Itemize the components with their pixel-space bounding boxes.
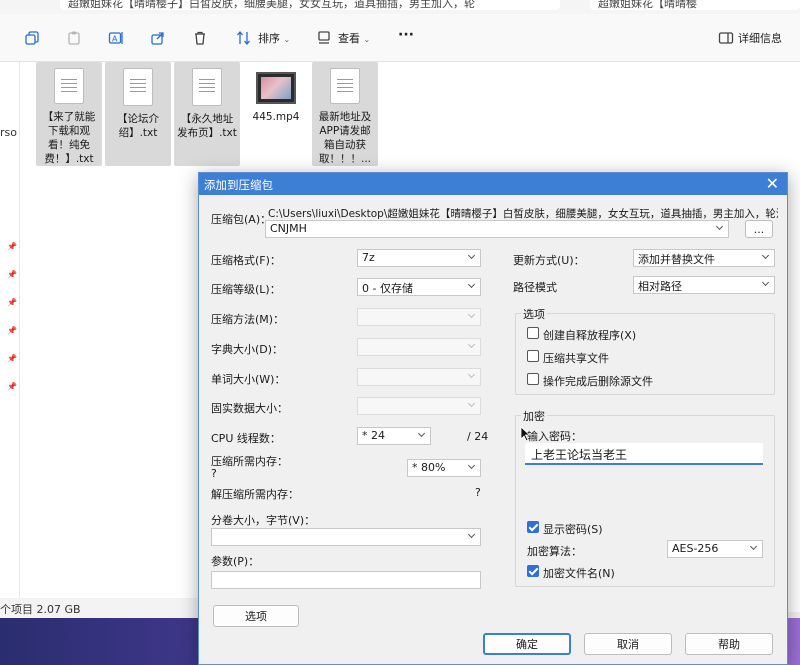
password-label: 输入密码： — [527, 430, 582, 443]
path-mode-label: 路径模式 — [513, 281, 557, 294]
file-name: 【永久地址发布页】.txt — [177, 113, 237, 139]
file-item[interactable]: 【论坛介绍】.txt — [105, 62, 171, 166]
threads-label: CPU 线程数： — [211, 432, 281, 445]
file-name: 445.mp4 — [252, 111, 300, 123]
text-file-icon — [192, 68, 222, 106]
level-label: 压缩等级(L)： — [211, 283, 281, 296]
text-file-icon — [330, 68, 360, 104]
status-bar: 个项目 2.07 GB — [0, 598, 200, 618]
show-password-checkbox[interactable] — [527, 521, 539, 533]
sfx-label: 创建自释放程序(X) — [543, 329, 637, 342]
file-name: 【来了就能下载和观看！纯免费！】.txt — [42, 111, 96, 165]
params-label: 参数(P)： — [211, 555, 260, 568]
threads-select[interactable]: * 24 — [357, 427, 431, 445]
cancel-button[interactable]: 取消 — [584, 633, 672, 655]
more-button[interactable]: ··· — [398, 27, 414, 43]
file-item[interactable]: 445.mp4 — [243, 62, 309, 166]
pin-icon: 📌 — [7, 270, 17, 279]
share-icon[interactable] — [148, 28, 168, 48]
volume-select[interactable] — [211, 528, 481, 546]
file-name: 最新地址及APP请发邮箱自动获取！！！... — [318, 111, 372, 165]
nav-item-truncated[interactable]: rso — [0, 126, 17, 139]
format-label: 压缩格式(F)： — [211, 254, 281, 267]
address-strip: 超嫩姐妹花【晴晴樱子】白皙皮肤，细腰美腿，女女互玩，道具抽插，男主加入，轮 超嫩… — [0, 0, 800, 14]
dialog-titlebar: 添加到压缩包 ✕ — [199, 173, 787, 195]
help-button[interactable]: 帮助 — [685, 633, 773, 655]
dialog-title: 添加到压缩包 — [204, 178, 273, 192]
volume-label: 分卷大小，字节(V)： — [211, 514, 316, 527]
shared-checkbox[interactable] — [527, 350, 539, 362]
word-select[interactable] — [357, 368, 481, 386]
search-box[interactable]: 超嫩姐妹花【晴晴樱 — [590, 0, 800, 10]
video-file-icon — [256, 72, 296, 104]
sort-button[interactable]: 排序 ⌄ — [258, 30, 290, 46]
decompress-memory-value: ? — [475, 486, 481, 499]
navigation-pane: rso 📌 📌 📌 📌 📌 📌 — [0, 62, 20, 612]
solid-label: 固实数据大小： — [211, 402, 288, 415]
password-input[interactable]: 上老王论坛当老王 — [525, 443, 763, 465]
sort-icon[interactable] — [234, 28, 254, 48]
archive-name-combo[interactable]: CNJMH — [265, 220, 729, 238]
copy-icon[interactable] — [22, 28, 42, 48]
method-select[interactable] — [357, 308, 481, 326]
encryption-method-select[interactable]: AES-256 — [667, 540, 763, 558]
file-item[interactable]: 【永久地址发布页】.txt — [174, 62, 240, 166]
pin-icon: 📌 — [7, 382, 17, 391]
browse-button[interactable]: ... — [745, 220, 773, 238]
text-file-icon — [123, 68, 153, 106]
address-bar[interactable]: 超嫩姐妹花【晴晴樱子】白皙皮肤，细腰美腿，女女互玩，道具抽插，男主加入，轮 — [60, 0, 560, 10]
encrypt-names-label: 加密文件名(N) — [543, 567, 615, 580]
shared-label: 压缩共享文件 — [543, 352, 609, 365]
decompress-memory-label: 解压缩所需内存： — [211, 488, 299, 501]
format-select[interactable]: 7z — [357, 249, 481, 267]
view-button[interactable]: 查看 ⌄ — [338, 30, 370, 46]
dict-label: 字典大小(D)： — [211, 343, 284, 356]
details-button[interactable]: 详细信息 — [738, 30, 782, 46]
encrypt-names-checkbox[interactable] — [527, 565, 539, 577]
show-password-label: 显示密码(S) — [543, 523, 603, 536]
encryption-method-label: 加密算法： — [527, 545, 582, 558]
archive-path: C:\Users\liuxi\Desktop\超嫩姐妹花【晴晴樱子】白皙皮肤，细… — [268, 208, 778, 220]
file-name: 【论坛介绍】.txt — [117, 113, 159, 139]
text-file-icon — [54, 68, 84, 104]
delete-icon[interactable] — [190, 28, 210, 48]
path-mode-select[interactable]: 相对路径 — [633, 276, 775, 294]
memory-select[interactable]: * 80% — [407, 459, 481, 477]
options-button[interactable]: 选项 — [213, 605, 299, 627]
paste-icon[interactable] — [64, 28, 84, 48]
pin-icon: 📌 — [7, 298, 17, 307]
solid-select[interactable] — [357, 397, 481, 415]
mouse-cursor-icon — [520, 426, 530, 442]
file-item[interactable]: 【来了就能下载和观看！纯免费！】.txt — [36, 62, 102, 166]
encryption-group-title: 加密 — [521, 408, 547, 424]
memory-value-unknown: ? — [211, 467, 217, 480]
view-icon[interactable] — [314, 28, 334, 48]
update-select[interactable]: 添加并替换文件 — [633, 249, 775, 267]
delete-after-label: 操作完成后删除源文件 — [543, 375, 653, 388]
svg-text:A: A — [112, 35, 118, 44]
pin-icon: 📌 — [7, 354, 17, 363]
threads-max: / 24 — [467, 430, 489, 443]
close-icon[interactable]: ✕ — [766, 174, 779, 193]
ok-button[interactable]: 确定 — [483, 633, 571, 655]
dict-select[interactable] — [357, 338, 481, 356]
update-label: 更新方式(U)： — [513, 254, 585, 267]
word-label: 单词大小(W)： — [211, 373, 286, 386]
pin-icon: 📌 — [7, 326, 17, 335]
file-item[interactable]: 最新地址及APP请发邮箱自动获取！！！... — [312, 62, 378, 166]
rename-icon[interactable]: A — [106, 28, 126, 48]
level-select[interactable]: 0 - 仅存储 — [357, 278, 481, 296]
sfx-checkbox[interactable] — [527, 327, 539, 339]
pin-icon: 📌 — [7, 242, 17, 251]
details-pane-icon[interactable] — [716, 28, 736, 48]
archive-label: 压缩包(A)： — [211, 213, 272, 226]
delete-after-checkbox[interactable] — [527, 373, 539, 385]
options-group-title: 选项 — [521, 306, 547, 322]
add-to-archive-dialog: 添加到压缩包 ✕ 压缩包(A)： C:\Users\liuxi\Desktop\… — [198, 172, 788, 665]
method-label: 压缩方法(M)： — [211, 313, 285, 326]
memory-label: 压缩所需内存： — [211, 455, 288, 468]
params-input[interactable] — [211, 571, 481, 589]
explorer-toolbar: A 排序 ⌄ 查看 ⌄ ··· 详细信息 — [0, 14, 800, 62]
